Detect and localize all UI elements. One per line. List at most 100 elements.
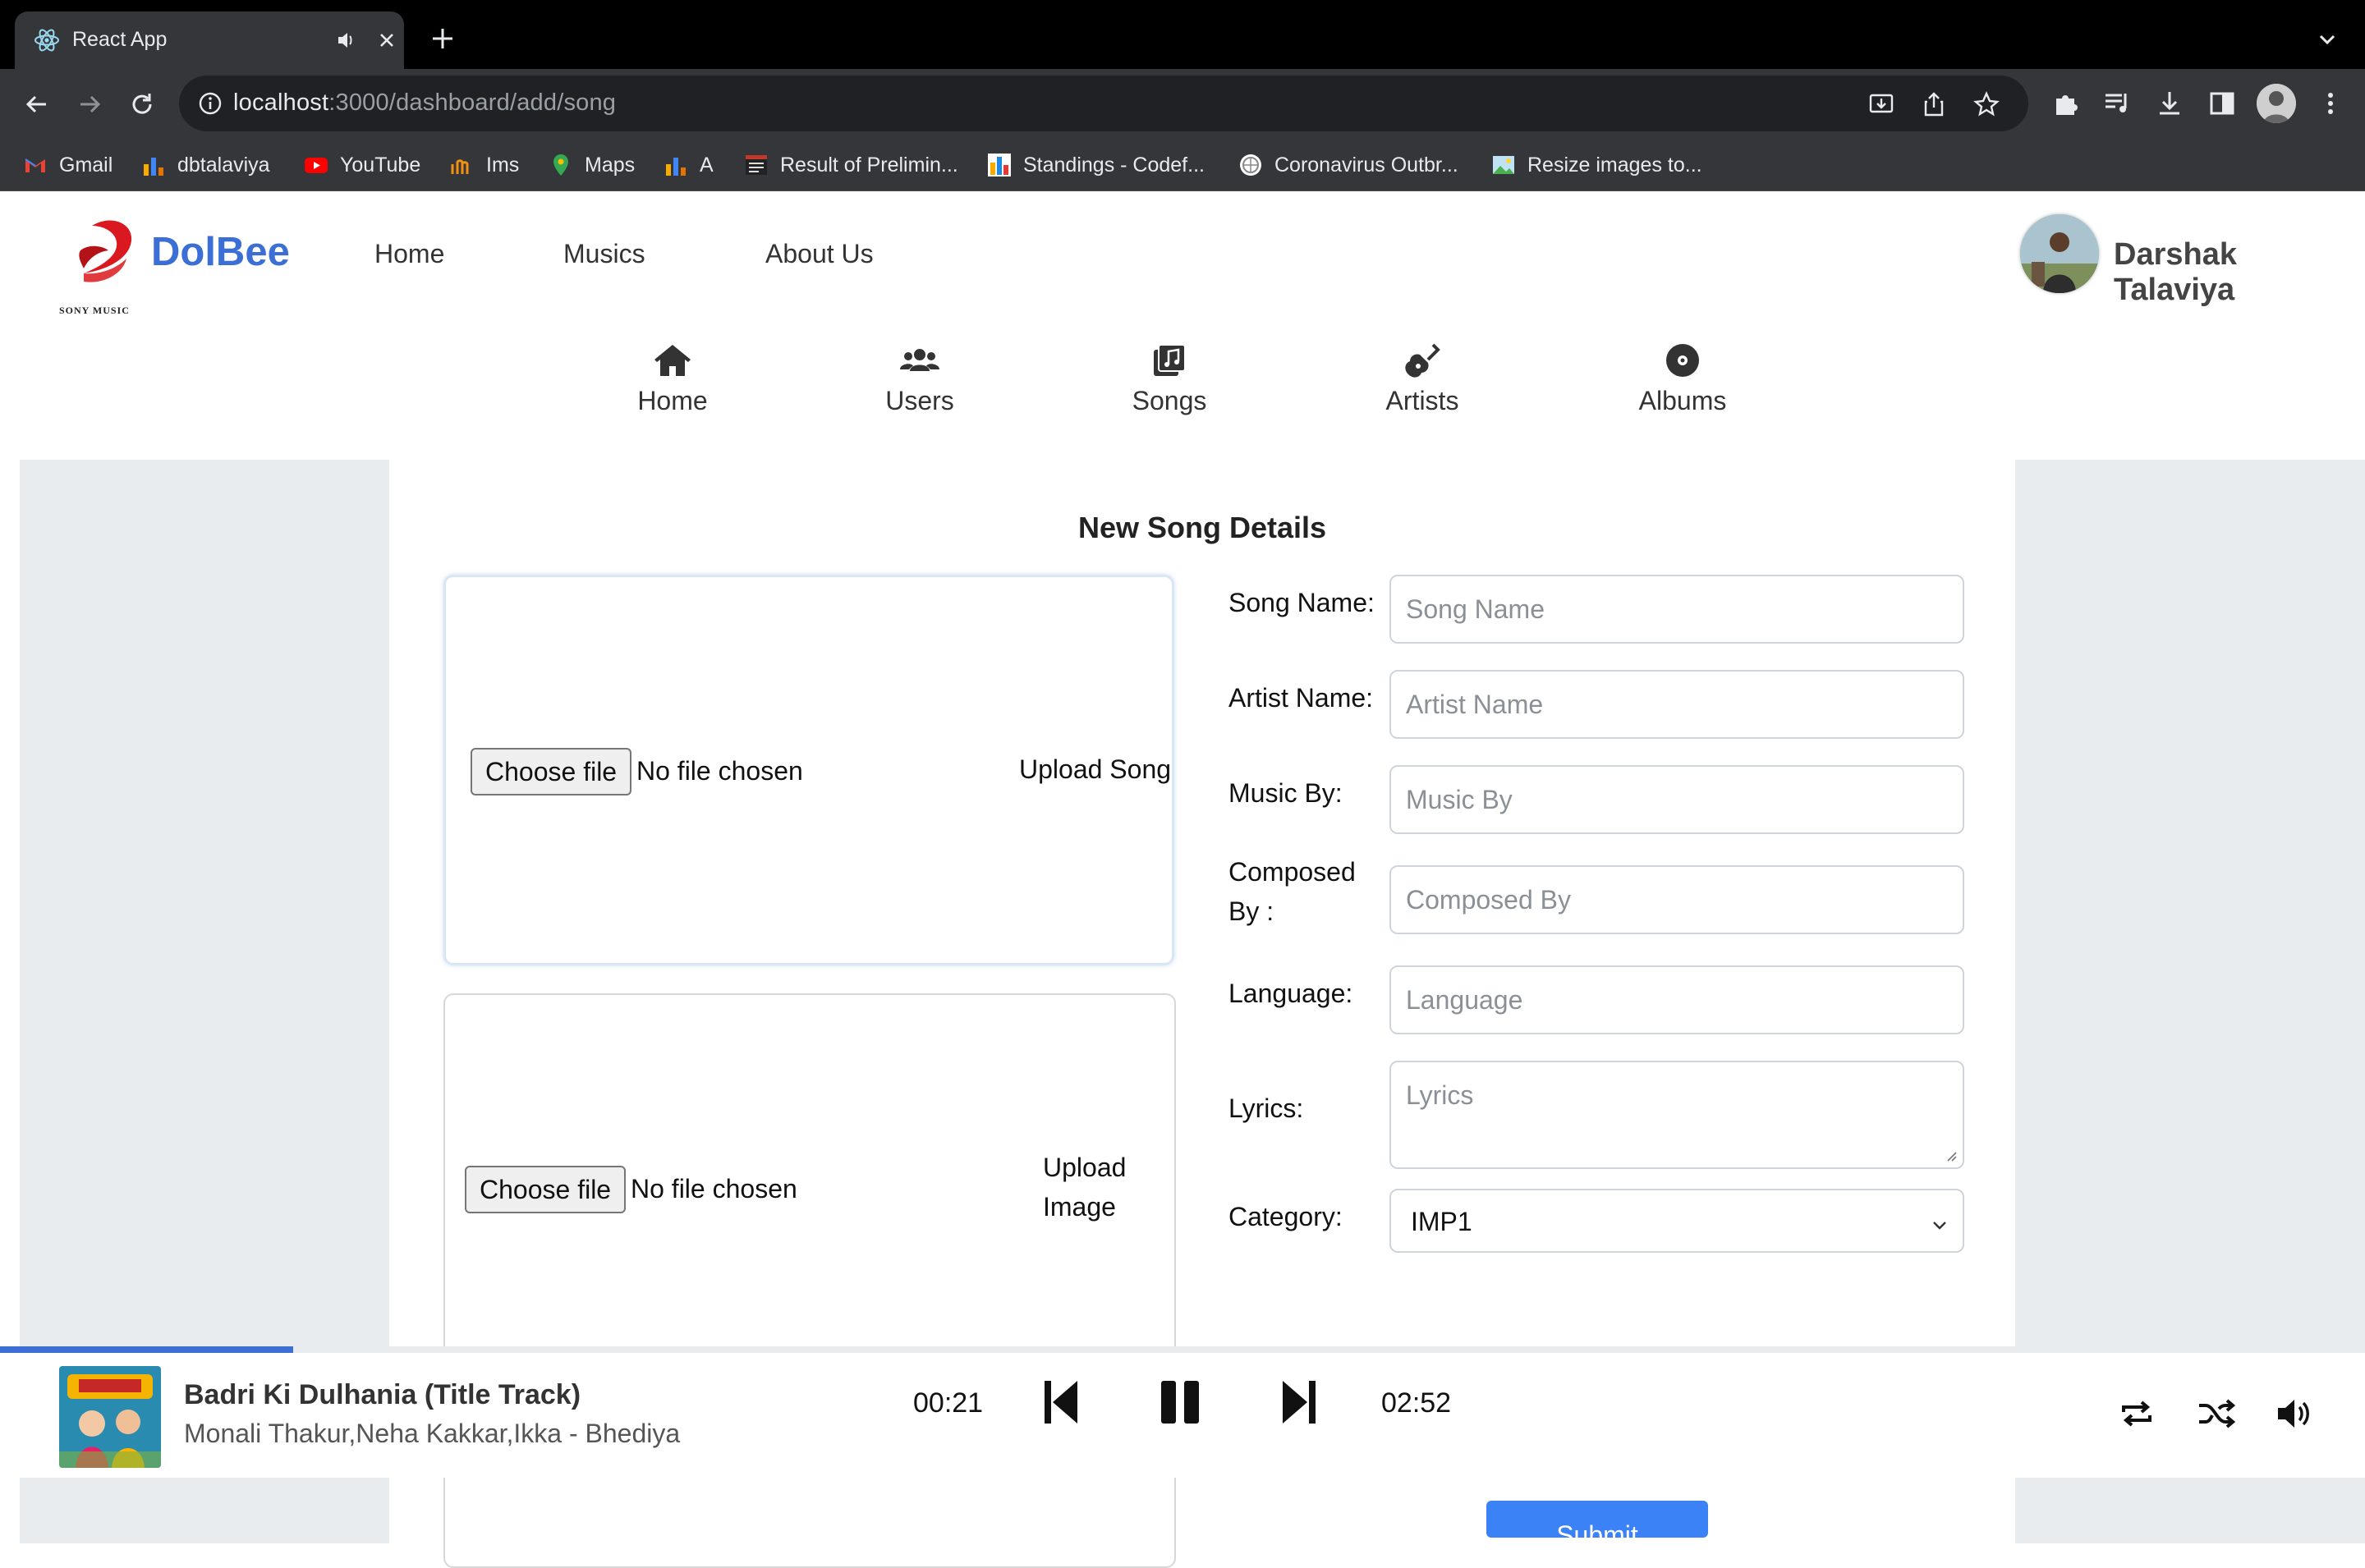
form-title: New Song Details [1077,511,1327,544]
extensions-puzzle-icon[interactable] [2050,87,2083,120]
browser-profile-avatar[interactable] [2257,84,2296,123]
site-info-icon[interactable] [197,90,223,117]
maps-icon [553,154,568,176]
track-artists: Monali Thakur,Neha Kakkar,Ikka - Bhediya [184,1419,681,1448]
bookmark-star-icon[interactable] [1972,90,2000,118]
new-tab-icon[interactable] [427,23,458,54]
sony-music-logo[interactable]: SONY MUSIC [56,209,146,316]
dashnav-albums[interactable]: Albums [1600,342,1765,416]
tab-search-chevron-icon[interactable] [2314,26,2340,53]
music-by-input[interactable]: Music By [1389,765,1964,834]
language-label: Language: [1228,979,1353,1008]
disc-icon [1666,344,1699,377]
album-art [59,1366,161,1468]
bookmark-coronavirus-outbreak[interactable]: Coronavirus Outbr... [1238,151,1458,179]
shuffle-icon[interactable] [2197,1399,2235,1428]
upload-song-label: Upload Song [1019,754,1172,784]
media-queue-icon[interactable] [2101,87,2133,120]
song-name-label: Song Name: [1228,588,1375,617]
artist-name-input[interactable]: Artist Name [1389,670,1964,739]
browser-tab[interactable]: React App [15,11,404,69]
dashnav-songs[interactable]: Songs [1087,342,1251,416]
resize-handle-icon[interactable] [1943,1148,1958,1162]
app-root: SONY MUSIC DolBee Home Musics About Us D… [0,191,2365,1568]
song-file-status: No file chosen [636,756,803,786]
user-avatar[interactable] [2020,214,2099,293]
image-file-status: No file chosen [631,1174,797,1204]
elapsed-time: 00:21 [913,1387,984,1419]
choose-song-file-button[interactable]: Choose file [471,748,632,795]
user-name[interactable]: Darshak Talaviya [2114,237,2365,308]
bookmark-result-of-preliminary[interactable]: Result of Prelimin... [744,151,958,179]
composed-by-input[interactable]: Composed By [1389,865,1964,934]
composed-by-label: Composed By : [1228,857,1356,926]
chevron-down-icon [1933,1222,1946,1230]
lyrics-textarea[interactable]: Lyrics [1389,1061,1964,1169]
track-title: Badri Ki Dulhania (Title Track) [184,1379,581,1410]
chart-icon [666,158,686,176]
category-label: Category: [1228,1202,1343,1231]
bookmark-gmail[interactable]: Gmail [23,151,113,179]
url-text: localhost:3000/dashboard/add/song [233,89,617,116]
bookmark-maps[interactable]: Maps [549,151,635,179]
bookmark-resize-images[interactable]: Resize images to... [1491,151,1702,179]
bookmark-ims[interactable]: Ims [450,151,519,179]
reload-icon[interactable] [125,87,159,121]
chart-icon [144,158,163,176]
home-icon [654,345,691,376]
bookmark-a[interactable]: A [664,151,714,179]
bookmark-youtube[interactable]: YouTube [304,151,420,179]
install-app-icon[interactable] [1867,90,1895,118]
dashnav-users[interactable]: Users [838,342,1002,416]
ims-icon [451,159,469,174]
choose-image-file-button[interactable]: Choose file [465,1166,627,1213]
previous-track-icon[interactable] [1043,1379,1079,1425]
address-bar[interactable]: localhost:3000/dashboard/add/song [179,76,2028,131]
bookmark-dbtalaviya[interactable]: dbtalaviya [141,151,270,179]
music-player: Badri Ki Dulhania (Title Track) Monali T… [0,1353,2365,1478]
side-panel-icon[interactable] [2206,87,2239,120]
lyrics-label: Lyrics: [1228,1093,1304,1123]
browser-tab-strip: React App [0,0,2365,69]
page-icon [746,155,767,175]
bookmarks-bar: Gmail dbtalaviya YouTube Ims Maps A Resu… [0,140,2365,191]
browser-menu-icon[interactable] [2314,87,2347,120]
upload-image-dropzone[interactable]: Choose file No file chosen Upload Image [443,993,1176,1568]
upload-song-dropzone[interactable]: Choose file No file chosen Upload Song [443,575,1174,965]
close-tab-icon[interactable] [373,26,401,54]
music-by-label: Music By: [1228,778,1343,808]
bookmark-standings-codeforces[interactable]: Standings - Codef... [987,151,1205,179]
track-duration: 02:52 [1381,1387,1452,1419]
back-arrow-icon[interactable] [20,87,54,121]
brand-name[interactable]: DolBee [151,229,290,275]
pause-icon[interactable] [1158,1379,1202,1425]
topnav-about-us-link[interactable]: About Us [765,239,874,269]
song-name-input[interactable]: Song Name [1389,575,1964,644]
submit-button[interactable]: Submit [1486,1501,1708,1538]
topnav-musics-link[interactable]: Musics [563,239,645,269]
next-track-icon[interactable] [1281,1379,1317,1425]
dashnav-home[interactable]: Home [590,342,755,416]
chart-icon [988,154,1011,177]
logo-caption: SONY MUSIC [59,305,130,316]
category-selected-value: IMP1 [1411,1207,1472,1236]
volume-icon[interactable] [2276,1397,2312,1430]
forward-arrow-icon[interactable] [72,87,107,121]
songs-icon [1154,344,1186,376]
dashnav-artists[interactable]: Artists [1340,342,1504,416]
downloads-icon[interactable] [2153,87,2186,120]
repeat-icon[interactable] [2119,1399,2155,1428]
image-icon [1493,156,1514,174]
youtube-icon [305,158,328,173]
share-icon[interactable] [1920,90,1948,118]
category-select[interactable]: IMP1 [1389,1189,1964,1253]
upload-image-label: Upload Image [1043,1153,1127,1222]
playback-progress-bar[interactable] [0,1346,2365,1353]
topnav-home-link[interactable]: Home [374,239,444,269]
users-icon [900,349,939,371]
lyrics-placeholder: Lyrics [1406,1080,1474,1110]
audio-playing-icon[interactable] [335,29,358,52]
language-input[interactable]: Language [1389,965,1964,1034]
artist-name-label: Artist Name: [1228,683,1374,713]
gmail-icon [25,158,45,172]
